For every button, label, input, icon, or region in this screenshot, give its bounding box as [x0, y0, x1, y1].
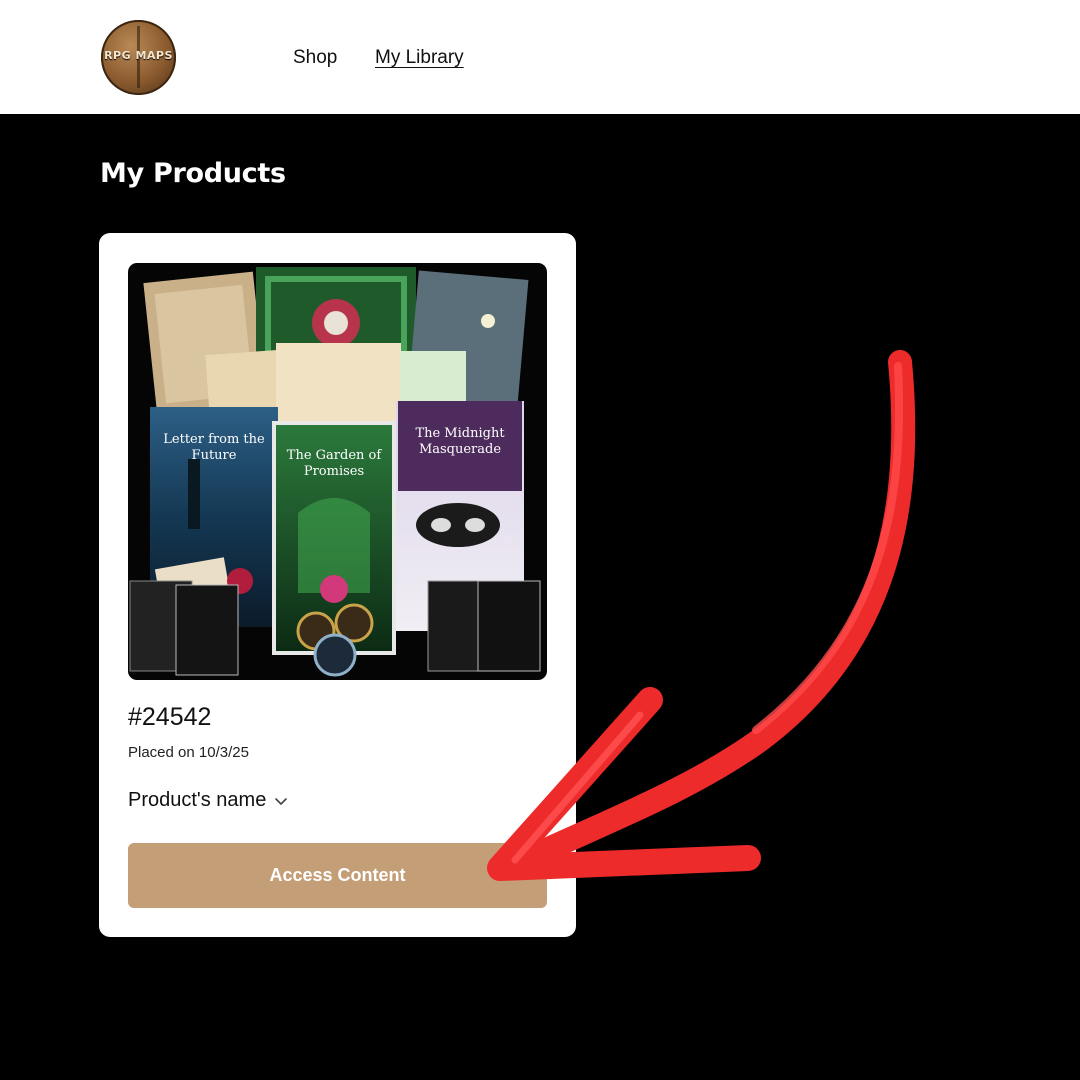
- order-date: Placed on 10/3/25: [128, 744, 249, 761]
- svg-text:Letter from the: Letter from the: [163, 432, 265, 447]
- access-content-button[interactable]: Access Content: [128, 843, 547, 908]
- top-navigation-bar: RPG MAPS Shop My Library: [0, 0, 1080, 114]
- svg-text:Promises: Promises: [304, 464, 364, 479]
- svg-text:Future: Future: [192, 448, 237, 463]
- product-bundle-image: Letter from the Future The Garden of Pro…: [128, 263, 547, 680]
- nav-link-my-library[interactable]: My Library: [375, 47, 464, 69]
- logo-text: RPG MAPS: [104, 49, 173, 62]
- svg-text:Masquerade: Masquerade: [419, 442, 501, 457]
- order-card: Letter from the Future The Garden of Pro…: [99, 233, 576, 937]
- nav-link-shop[interactable]: Shop: [293, 47, 337, 69]
- page-title: My Products: [100, 158, 286, 189]
- order-number: #24542: [128, 703, 212, 731]
- brand-logo[interactable]: RPG MAPS: [101, 20, 176, 95]
- product-name-label: Product's name: [128, 789, 267, 811]
- chevron-down-icon: [275, 797, 288, 805]
- svg-text:The Garden of: The Garden of: [287, 448, 383, 463]
- svg-text:The Midnight: The Midnight: [415, 426, 505, 441]
- product-name-dropdown[interactable]: Product's name: [128, 789, 288, 812]
